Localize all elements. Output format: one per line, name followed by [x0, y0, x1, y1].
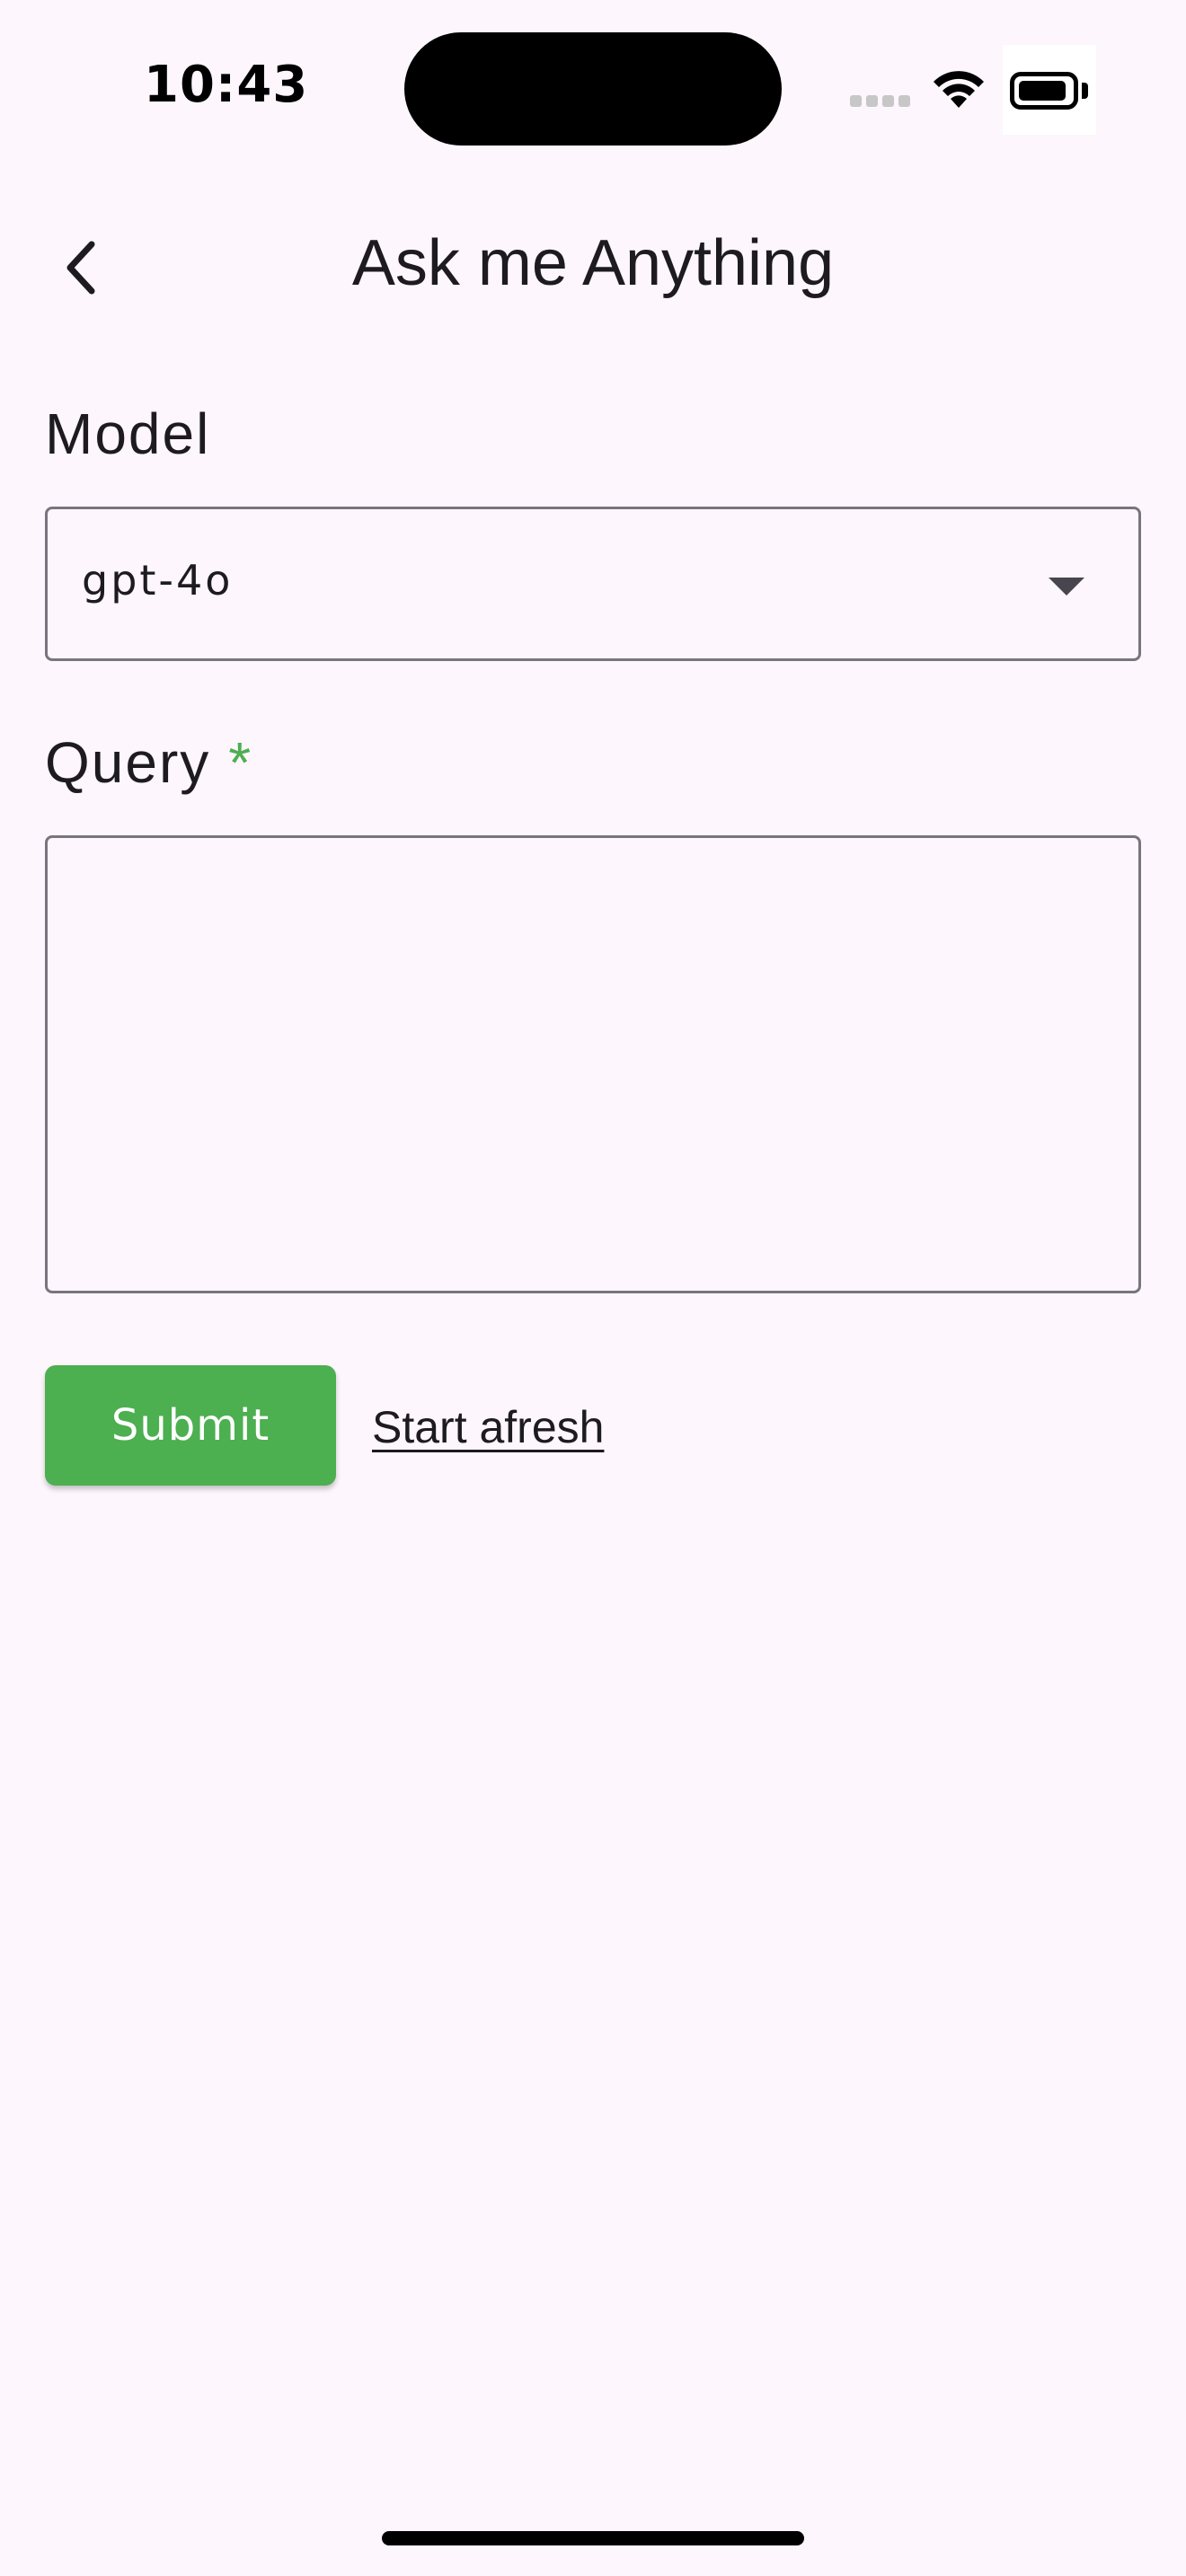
required-asterisk: * [228, 730, 253, 795]
query-label-text: Query [45, 730, 211, 795]
app-bar: Ask me Anything [0, 198, 1186, 332]
model-selected-value: gpt-4o [82, 556, 234, 604]
cellular-signal-icon [850, 95, 911, 108]
model-select[interactable]: gpt-4o [45, 507, 1141, 661]
query-textarea[interactable] [45, 835, 1141, 1293]
dynamic-island [404, 32, 782, 146]
submit-button[interactable]: Submit [45, 1365, 336, 1486]
start-afresh-link[interactable]: Start afresh [372, 1401, 604, 1453]
battery-icon [1003, 45, 1096, 135]
home-indicator[interactable] [382, 2531, 804, 2545]
status-bar: 10:43 [0, 0, 1186, 180]
query-label: Query * [45, 729, 252, 796]
dropdown-arrow-icon [1049, 578, 1084, 595]
status-time: 10:43 [144, 56, 309, 114]
wifi-icon [934, 71, 984, 108]
model-label: Model [45, 401, 211, 466]
page-title: Ask me Anything [351, 227, 835, 299]
